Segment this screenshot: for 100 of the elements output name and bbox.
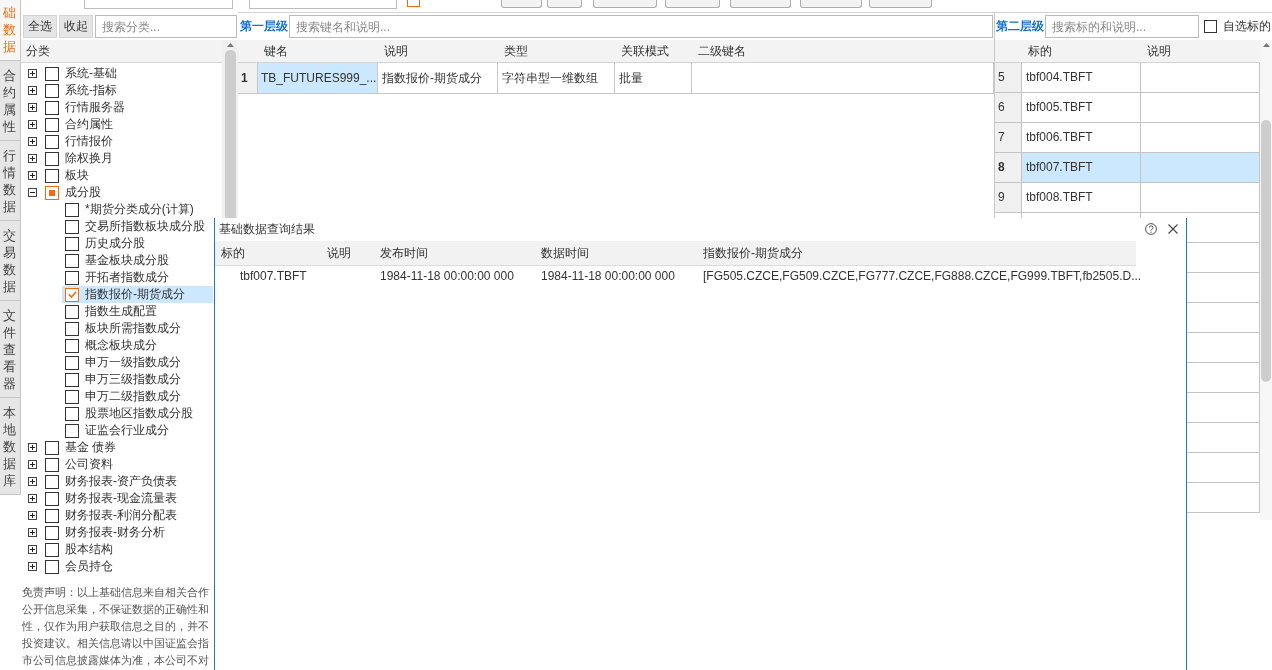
table-cell[interactable]: tbf006.TBFT	[1022, 123, 1141, 152]
tree-item[interactable]: 系统-指标	[42, 82, 213, 99]
plus-box-icon[interactable]	[28, 154, 37, 163]
date-field[interactable]	[84, 0, 233, 9]
tree-item[interactable]: 成分股	[42, 184, 213, 201]
table-cell[interactable]: TB_FUTURES999_...	[258, 63, 378, 93]
tree-item[interactable]: 财务报表-财务分析	[42, 524, 213, 541]
plus-box-icon[interactable]	[28, 120, 37, 129]
tree-item[interactable]: 基金板块成分股	[62, 252, 213, 269]
side-tab[interactable]: 文件查看器	[0, 301, 21, 398]
select-all-button[interactable]: 全选	[23, 15, 57, 38]
tree-item[interactable]: 股本结构	[42, 541, 213, 558]
table-cell[interactable]: tbf004.TBFT	[1022, 63, 1141, 92]
plus-box-icon[interactable]	[28, 86, 37, 95]
checkbox[interactable]	[45, 117, 59, 132]
plus-box-icon[interactable]	[28, 477, 37, 486]
plus-box-icon[interactable]	[28, 137, 37, 146]
tree-item[interactable]: 申万三级指数成分	[62, 371, 213, 388]
search-field[interactable]: 搜索标的和说明...	[1045, 15, 1199, 38]
table-cell[interactable]: tbf008.TBFT	[1022, 183, 1141, 212]
side-tab[interactable]: 行情数据	[0, 141, 21, 221]
up-arrow-icon[interactable]	[1262, 43, 1270, 47]
table-cell[interactable]: 指数报价-期货成分	[378, 63, 498, 93]
checkbox[interactable]	[1204, 20, 1217, 33]
tree-item[interactable]: 财务报表-现金流量表	[42, 490, 213, 507]
minus-box-icon[interactable]	[28, 188, 37, 197]
checkbox[interactable]	[45, 525, 59, 540]
checkbox[interactable]	[45, 100, 59, 115]
plus-box-icon[interactable]	[28, 69, 37, 78]
tree-item[interactable]: 板块所需指数成分	[62, 320, 213, 337]
table-cell[interactable]: 批量	[615, 63, 692, 93]
plus-box-icon[interactable]	[28, 171, 37, 180]
plus-box-icon[interactable]	[28, 562, 37, 571]
tree-item[interactable]: 系统-基础	[42, 65, 213, 82]
help-icon[interactable]	[1145, 223, 1157, 235]
checkbox[interactable]	[65, 219, 79, 234]
tree-item[interactable]: 财务报表-利润分配表	[42, 507, 213, 524]
checkbox[interactable]	[45, 491, 59, 506]
tree-item[interactable]: 公司资料	[42, 456, 213, 473]
up-arrow-icon[interactable]	[226, 43, 234, 47]
tree-item[interactable]: *期货分类成分(计算)	[62, 201, 213, 218]
scrollbar-thumb[interactable]	[224, 50, 236, 218]
checkbox[interactable]	[65, 253, 79, 268]
plus-box-icon[interactable]	[28, 103, 37, 112]
side-tab[interactable]: 交易数据	[0, 221, 21, 301]
checkbox[interactable]	[65, 304, 79, 319]
tree-item[interactable]: 开拓者指数成分	[62, 269, 213, 286]
checkbox[interactable]	[65, 321, 79, 336]
tree-item[interactable]: 交易所指数板块成分股	[62, 218, 213, 235]
tree-item[interactable]: 财务报表-资产负债表	[42, 473, 213, 490]
tree-item[interactable]: 行情报价	[42, 133, 213, 150]
checkbox[interactable]	[45, 559, 59, 574]
plus-box-icon[interactable]	[28, 443, 37, 452]
checkbox[interactable]	[65, 406, 79, 421]
plus-box-icon[interactable]	[28, 460, 37, 469]
date-field[interactable]	[249, 0, 397, 9]
tree-item[interactable]: 证监会行业成分	[62, 422, 213, 439]
plus-box-icon[interactable]	[28, 528, 37, 537]
side-tab[interactable]: 本地数据库	[0, 398, 21, 495]
checkbox[interactable]	[407, 0, 420, 7]
tree-item[interactable]: 历史成分股	[62, 235, 213, 252]
checkbox[interactable]	[65, 270, 79, 285]
table-cell[interactable]: 字符串型一维数组	[498, 63, 615, 93]
plus-box-icon[interactable]	[28, 494, 37, 503]
tree-item[interactable]: 合约属性	[42, 116, 213, 133]
side-tab[interactable]: 合约属性	[0, 61, 21, 141]
table-cell[interactable]: tbf005.TBFT	[1022, 93, 1141, 122]
checkbox[interactable]	[45, 474, 59, 489]
tree-item[interactable]: 申万一级指数成分	[62, 354, 213, 371]
collapse-button[interactable]: 收起	[59, 15, 93, 38]
checkbox[interactable]	[45, 457, 59, 472]
checkbox[interactable]	[65, 389, 79, 404]
tree-item[interactable]: 基金 债券	[42, 439, 213, 456]
checkbox[interactable]	[45, 508, 59, 523]
checkbox-label[interactable]: 自选标的	[1223, 18, 1271, 35]
plus-box-icon[interactable]	[28, 511, 37, 520]
checkbox[interactable]	[65, 236, 79, 251]
checkbox[interactable]	[65, 338, 79, 353]
table-cell[interactable]	[1141, 153, 1260, 182]
checkbox[interactable]	[65, 202, 79, 217]
close-icon[interactable]	[1168, 224, 1178, 234]
search-field[interactable]: 搜索分类...	[95, 15, 237, 38]
table-cell[interactable]: tbf007.TBFT	[1022, 153, 1141, 182]
search-field[interactable]: 搜索键名和说明...	[289, 15, 993, 38]
checkbox[interactable]	[45, 134, 59, 149]
tree-item[interactable]: 申万二级指数成分	[62, 388, 213, 405]
scrollbar-thumb[interactable]	[1261, 120, 1271, 382]
tree-item[interactable]: 除权换月	[42, 150, 213, 167]
tree-item[interactable]: 行情服务器	[42, 99, 213, 116]
tree-item[interactable]: 板块	[42, 167, 213, 184]
checkbox[interactable]	[65, 355, 79, 370]
tree-item[interactable]: 会员持仓	[42, 558, 213, 575]
checkbox[interactable]	[65, 372, 79, 387]
checkbox[interactable]	[65, 423, 79, 438]
checkbox[interactable]	[45, 542, 59, 557]
checkbox[interactable]	[45, 440, 59, 455]
tree-item[interactable]: 指数报价-期货成分	[62, 286, 213, 303]
tree-item[interactable]: 股票地区指数成分股	[62, 405, 213, 422]
checkbox[interactable]	[45, 151, 59, 166]
checkbox[interactable]	[45, 168, 59, 183]
